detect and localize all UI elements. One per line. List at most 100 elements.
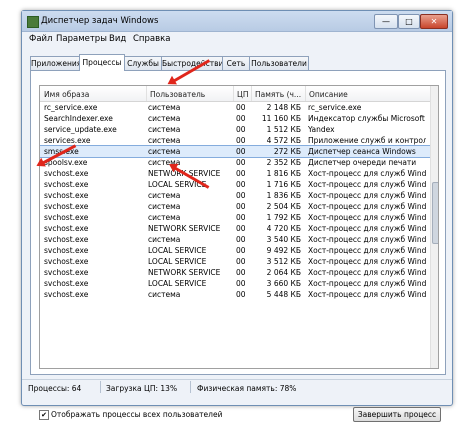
process-name: svchost.exe (44, 268, 89, 277)
process-user: LOCAL SERVICE (148, 279, 207, 288)
process-name: svchost.exe (44, 290, 89, 299)
scrollbar-thumb[interactable] (432, 182, 438, 244)
maximize-button[interactable]: □ (398, 14, 420, 29)
column-image-name[interactable]: Имя образа (44, 90, 89, 99)
process-user: система (148, 235, 181, 244)
process-user: система (148, 114, 181, 123)
process-user: система (148, 125, 181, 134)
process-cpu: 00 (236, 202, 246, 211)
table-row[interactable]: svchost.exe LOCAL SERVICE 00 9 492 КБ Хост-п… (40, 245, 430, 256)
column-divider[interactable] (251, 86, 252, 101)
process-memory: 3 660 КБ (266, 279, 301, 288)
column-divider[interactable] (233, 86, 234, 101)
column-memory[interactable]: Память (ч... (255, 90, 301, 99)
process-cpu: 00 (236, 114, 246, 123)
process-cpu: 00 (236, 103, 246, 112)
table-row[interactable]: service_update.exe система 00 1 512 КБ Yande… (40, 124, 430, 135)
column-description[interactable]: Описание (309, 90, 348, 99)
column-divider[interactable] (305, 86, 306, 101)
process-description: Хост-процесс для служб Windows (308, 224, 426, 233)
vertical-scrollbar[interactable] (430, 86, 438, 368)
tab-applications[interactable]: Приложения (30, 56, 81, 70)
window-title: Диспетчер задач Windows (41, 16, 159, 26)
table-row[interactable]: svchost.exe LOCAL SERVICE 00 1 716 КБ Хост-п… (40, 179, 430, 190)
process-description: Хост-процесс для служб Windows (308, 246, 426, 255)
status-physical-memory: Физическая память: 78% (197, 384, 297, 393)
process-user: система (148, 213, 181, 222)
process-description: Хост-процесс для служб Windows (308, 235, 426, 244)
process-user: система (148, 147, 181, 156)
table-row[interactable]: svchost.exe LOCAL SERVICE 00 3 512 КБ Хост-п… (40, 256, 430, 267)
show-all-users-checkbox[interactable]: ✔ (39, 410, 49, 420)
process-cpu: 00 (236, 235, 246, 244)
process-description: Хост-процесс для служб Windows (308, 180, 426, 189)
tab-users[interactable]: Пользователи (249, 56, 309, 70)
column-user[interactable]: Пользователь (150, 90, 205, 99)
process-description: Хост-процесс для служб Windows (308, 213, 426, 222)
status-bar: Процессы: 64 Загрузка ЦП: 13% Физическая… (22, 379, 452, 395)
status-divider (100, 381, 101, 393)
process-memory: 1 512 КБ (266, 125, 301, 134)
process-description: Yandex (308, 125, 335, 134)
process-user: NETWORK SERVICE (148, 224, 221, 233)
menu-view[interactable]: Вид (109, 34, 126, 44)
table-row[interactable]: svchost.exe LOCAL SERVICE 00 3 660 КБ Хост-п… (40, 278, 430, 289)
process-memory: 4 572 КБ (266, 136, 301, 145)
table-row[interactable]: svchost.exe система 00 3 540 КБ Хост-процесс… (40, 234, 430, 245)
tab-services[interactable]: Службы (124, 56, 162, 70)
process-name: svchost.exe (44, 257, 89, 266)
process-memory: 3 512 КБ (266, 257, 301, 266)
process-user: NETWORK SERVICE (148, 268, 221, 277)
menu-help[interactable]: Справка (133, 34, 170, 44)
process-cpu: 00 (236, 279, 246, 288)
menu-bar: Файл Параметры Вид Справка (22, 32, 452, 45)
process-name: svchost.exe (44, 279, 89, 288)
table-row[interactable]: services.exe система 00 4 572 КБ Приложение … (40, 135, 430, 146)
process-memory: 1 836 КБ (266, 191, 301, 200)
tab-network[interactable]: Сеть (222, 56, 250, 70)
process-table: Имя образа Пользователь ЦП Память (ч... … (39, 85, 439, 369)
table-row[interactable]: svchost.exe система 00 2 504 КБ Хост-процесс… (40, 201, 430, 212)
table-row[interactable]: svchost.exe NETWORK SERVICE 00 2 064 КБ Хост… (40, 267, 430, 278)
table-row[interactable]: svchost.exe система 00 1 836 КБ Хост-процесс… (40, 190, 430, 201)
process-description: rc_service.exe (308, 103, 362, 112)
table-row[interactable]: spoolsv.exe система 00 2 352 КБ Диспетчер оч… (40, 157, 430, 168)
process-description: Хост-процесс для служб Windows (308, 191, 426, 200)
tab-processes[interactable]: Процессы (79, 54, 125, 71)
process-memory: 2 064 КБ (266, 268, 301, 277)
process-memory: 11 160 КБ (261, 114, 301, 123)
process-memory: 3 540 КБ (266, 235, 301, 244)
process-description: Хост-процесс для служб Windows (308, 268, 426, 277)
table-row[interactable]: rc_service.exe система 00 2 148 КБ rc_servic… (40, 102, 430, 113)
process-user: LOCAL SERVICE (148, 257, 207, 266)
table-row[interactable]: svchost.exe NETWORK SERVICE 00 1 816 КБ Хост… (40, 168, 430, 179)
end-process-button[interactable]: Завершить процесс (353, 407, 441, 422)
process-name: svchost.exe (44, 169, 89, 178)
table-row[interactable]: svchost.exe система 00 1 792 КБ Хост-процесс… (40, 212, 430, 223)
close-button[interactable]: ✕ (420, 14, 448, 29)
title-bar[interactable]: Диспетчер задач Windows — □ ✕ (22, 11, 452, 32)
menu-file[interactable]: Файл (29, 34, 52, 44)
process-cpu: 00 (236, 213, 246, 222)
menu-options[interactable]: Параметры (56, 34, 107, 44)
status-divider (190, 381, 191, 393)
status-process-count: Процессы: 64 (28, 384, 82, 393)
process-name: SearchIndexer.exe (44, 114, 113, 123)
task-manager-icon (27, 16, 39, 28)
minimize-button[interactable]: — (374, 14, 398, 29)
process-memory: 2 352 КБ (266, 158, 301, 167)
table-row[interactable]: svchost.exe NETWORK SERVICE 00 4 720 КБ Хост… (40, 223, 430, 234)
column-divider[interactable] (146, 86, 147, 101)
process-description: Хост-процесс для служб Windows (308, 290, 426, 299)
processes-panel: Имя образа Пользователь ЦП Память (ч... … (30, 70, 446, 422)
process-memory: 1 792 КБ (266, 213, 301, 222)
table-row[interactable]: SearchIndexer.exe система 00 11 160 КБ Индек… (40, 113, 430, 124)
process-cpu: 00 (236, 224, 246, 233)
process-cpu: 00 (236, 169, 246, 178)
process-description: Диспетчер очереди печати (308, 158, 417, 167)
task-manager-window: Диспетчер задач Windows — □ ✕ Файл Парам… (21, 10, 453, 422)
table-row[interactable]: svchost.exe система 00 5 448 КБ Хост-процесс… (40, 289, 430, 300)
process-user: система (148, 136, 181, 145)
column-cpu[interactable]: ЦП (237, 90, 248, 99)
table-row[interactable]: smss.exeсистема00272 КБДиспетчер сеанса … (40, 145, 431, 158)
